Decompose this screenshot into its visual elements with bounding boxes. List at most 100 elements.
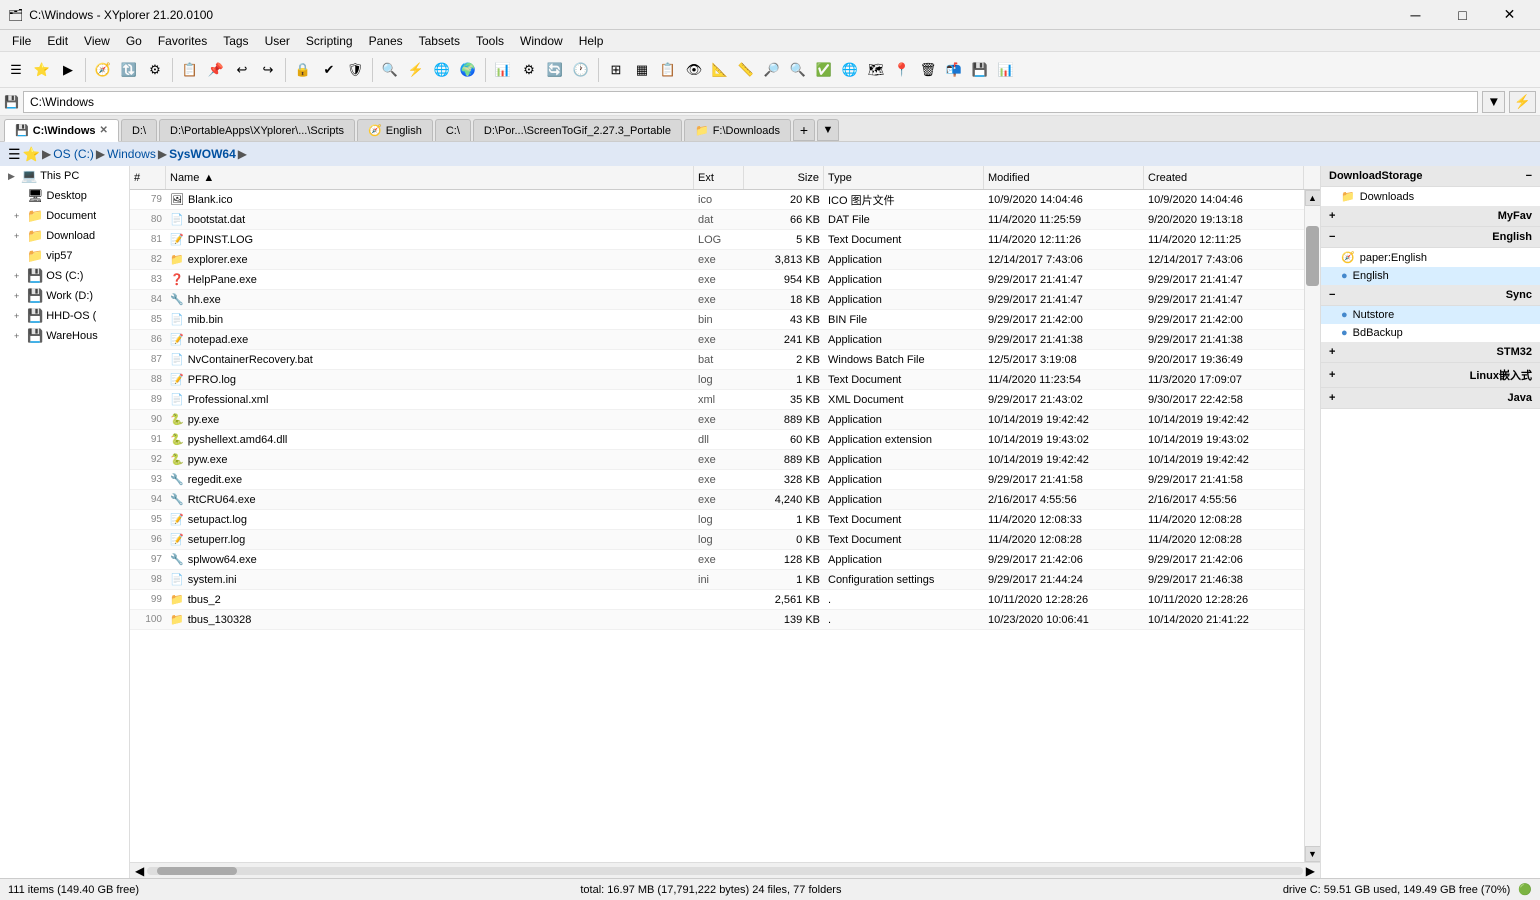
hscroll-track[interactable]	[147, 867, 1303, 875]
rp-section-english[interactable]: − English	[1321, 227, 1540, 248]
toolbar-check-icon[interactable]: ✔	[317, 56, 341, 84]
toolbar-extra8-icon[interactable]: 📍	[890, 56, 914, 84]
tab-0[interactable]: 💾 C:\Windows ✕	[4, 119, 119, 142]
toolbar-extra2-icon[interactable]: 📏	[734, 56, 758, 84]
toolbar-copy-icon[interactable]: 📋	[178, 56, 202, 84]
menu-item-tabsets[interactable]: Tabsets	[411, 30, 468, 52]
toolbar-grid-icon[interactable]: ⊞	[604, 56, 628, 84]
toolbar-extra11-icon[interactable]: 💾	[968, 56, 992, 84]
address-path[interactable]: C:\Windows	[23, 91, 1478, 113]
toolbar-layout-icon[interactable]: ▦	[630, 56, 654, 84]
menu-item-favorites[interactable]: Favorites	[150, 30, 215, 52]
toolbar-tree-icon[interactable]: 📊	[491, 56, 515, 84]
toolbar-table-icon[interactable]: 📋	[656, 56, 680, 84]
toolbar-lock-icon[interactable]: 🔒	[291, 56, 315, 84]
tree-item-thispc[interactable]: ▶ 💻 This PC	[0, 166, 129, 186]
table-row[interactable]: 93 🔧 regedit.exe exe 328 KB Application …	[130, 470, 1304, 490]
toolbar-refresh-icon[interactable]: 🔃	[117, 56, 141, 84]
rp-section-java[interactable]: + Java	[1321, 388, 1540, 409]
toolbar-extra7-icon[interactable]: 🗺	[864, 56, 888, 84]
table-row[interactable]: 82 📁 explorer.exe exe 3,813 KB Applicati…	[130, 250, 1304, 270]
toolbar-extra5-icon[interactable]: ✅	[812, 56, 836, 84]
table-row[interactable]: 100 📁 tbus_130328 139 KB . 10/23/2020 10…	[130, 610, 1304, 630]
toolbar-clock-icon[interactable]: 🕐	[569, 56, 593, 84]
toolbar-extra4-icon[interactable]: 🔍	[786, 56, 810, 84]
tab-3[interactable]: 🧭 English	[357, 119, 433, 141]
col-header-size[interactable]: Size	[744, 166, 824, 189]
table-row[interactable]: 81 📝 DPINST.LOG LOG 5 KB Text Document 1…	[130, 230, 1304, 250]
toolbar-filter-icon[interactable]: ⚡	[404, 56, 428, 84]
scroll-down-arrow[interactable]: ▼	[1305, 846, 1321, 862]
tab-1[interactable]: D:\	[121, 119, 157, 141]
menu-item-edit[interactable]: Edit	[39, 30, 76, 52]
rp-item-downloads[interactable]: 📁 Downloads	[1321, 187, 1540, 206]
rp-section-stm32[interactable]: + STM32	[1321, 342, 1540, 363]
address-filter-btn[interactable]: ⚡	[1509, 91, 1536, 113]
address-drive[interactable]: C:\Windows	[30, 95, 94, 109]
toolbar-paste-icon[interactable]: 📌	[204, 56, 228, 84]
rp-section-myfav[interactable]: + MyFav	[1321, 206, 1540, 227]
table-row[interactable]: 95 📝 setupact.log log 1 KB Text Document…	[130, 510, 1304, 530]
col-header-modified[interactable]: Modified	[984, 166, 1144, 189]
toolbar-filter2-icon[interactable]: 🌐	[430, 56, 454, 84]
table-row[interactable]: 86 📝 notepad.exe exe 241 KB Application …	[130, 330, 1304, 350]
scroll-up-arrow[interactable]: ▲	[1305, 190, 1321, 206]
table-row[interactable]: 85 📄 mib.bin bin 43 KB BIN File 9/29/201…	[130, 310, 1304, 330]
tab-5[interactable]: D:\Por...\ScreenToGif_2.27.3_Portable	[473, 119, 682, 141]
breadcrumb-part-windows[interactable]: Windows	[107, 147, 156, 161]
table-row[interactable]: 94 🔧 RtCRU64.exe exe 4,240 KB Applicatio…	[130, 490, 1304, 510]
menu-item-help[interactable]: Help	[571, 30, 612, 52]
tree-item-documents[interactable]: + 📁 Document	[0, 206, 129, 226]
toolbar-undo-icon[interactable]: ↩	[230, 56, 254, 84]
toolbar-gear-icon[interactable]: ⚙	[517, 56, 541, 84]
col-header-type[interactable]: Type	[824, 166, 984, 189]
menu-item-view[interactable]: View	[76, 30, 118, 52]
toolbar-extra-icon[interactable]: 📐	[708, 56, 732, 84]
tree-item-hhd[interactable]: + 💾 HHD-OS (	[0, 306, 129, 326]
menu-item-tools[interactable]: Tools	[468, 30, 512, 52]
hscroll-left-arrow[interactable]: ◀	[132, 864, 147, 878]
rp-item-english[interactable]: ● English	[1321, 267, 1540, 285]
menu-item-window[interactable]: Window	[512, 30, 571, 52]
toolbar-nav-icon[interactable]: ☰	[4, 56, 28, 84]
table-row[interactable]: 83 ❓ HelpPane.exe exe 954 KB Application…	[130, 270, 1304, 290]
minimize-button[interactable]: ─	[1393, 0, 1438, 30]
rp-section-sync[interactable]: − Sync	[1321, 285, 1540, 306]
menu-item-tags[interactable]: Tags	[215, 30, 256, 52]
toolbar-extra10-icon[interactable]: 📬	[942, 56, 966, 84]
table-row[interactable]: 79 🖼 Blank.ico ico 20 KB ICO 图片文件 10/9/2…	[130, 190, 1304, 210]
toolbar-star-icon[interactable]: ⭐	[30, 56, 54, 84]
file-list[interactable]: 79 🖼 Blank.ico ico 20 KB ICO 图片文件 10/9/2…	[130, 190, 1304, 862]
rp-item-nutstore[interactable]: ● Nutstore	[1321, 306, 1540, 324]
file-scroll-vertical[interactable]: ▲ ▼	[1304, 190, 1320, 862]
table-row[interactable]: 84 🔧 hh.exe exe 18 KB Application 9/29/2…	[130, 290, 1304, 310]
rp-section-downloadstorage[interactable]: DownloadStorage −	[1321, 166, 1540, 187]
tab-6[interactable]: 📁 F:\Downloads	[684, 119, 791, 141]
table-row[interactable]: 88 📝 PFRO.log log 1 KB Text Document 11/…	[130, 370, 1304, 390]
col-header-created[interactable]: Created	[1144, 166, 1304, 189]
table-row[interactable]: 87 📄 NvContainerRecovery.bat bat 2 KB Wi…	[130, 350, 1304, 370]
table-row[interactable]: 98 📄 system.ini ini 1 KB Configuration s…	[130, 570, 1304, 590]
menu-item-panes[interactable]: Panes	[361, 30, 411, 52]
table-row[interactable]: 96 📝 setuperr.log log 0 KB Text Document…	[130, 530, 1304, 550]
toolbar-shield-icon[interactable]: 🛡	[343, 56, 367, 84]
toolbar-search-icon[interactable]: 🔍	[378, 56, 402, 84]
toolbar-view-icon[interactable]: 👁	[682, 56, 706, 84]
tab-add-button[interactable]: +	[793, 119, 815, 141]
table-row[interactable]: 80 📄 bootstat.dat dat 66 KB DAT File 11/…	[130, 210, 1304, 230]
toolbar-extra12-icon[interactable]: 📊	[994, 56, 1018, 84]
scroll-v-thumb[interactable]	[1306, 226, 1319, 286]
table-row[interactable]: 99 📁 tbus_2 2,561 KB . 10/11/2020 12:28:…	[130, 590, 1304, 610]
rp-item-bdbackup[interactable]: ● BdBackup	[1321, 324, 1540, 342]
table-row[interactable]: 92 🐍 pyw.exe exe 889 KB Application 10/1…	[130, 450, 1304, 470]
toolbar-extra3-icon[interactable]: 🔎	[760, 56, 784, 84]
address-dropdown-btn[interactable]: ▼	[1482, 91, 1505, 113]
table-row[interactable]: 90 🐍 py.exe exe 889 KB Application 10/14…	[130, 410, 1304, 430]
tree-item-desktop[interactable]: 🖥 Desktop	[0, 186, 129, 206]
scroll-v-track[interactable]	[1305, 206, 1320, 846]
toolbar-arrow-icon[interactable]: ▶	[56, 56, 80, 84]
menu-item-scripting[interactable]: Scripting	[298, 30, 361, 52]
rp-section-linux[interactable]: + Linux嵌入式	[1321, 363, 1540, 388]
tab-4[interactable]: C:\	[435, 119, 471, 141]
table-row[interactable]: 89 📄 Professional.xml xml 35 KB XML Docu…	[130, 390, 1304, 410]
